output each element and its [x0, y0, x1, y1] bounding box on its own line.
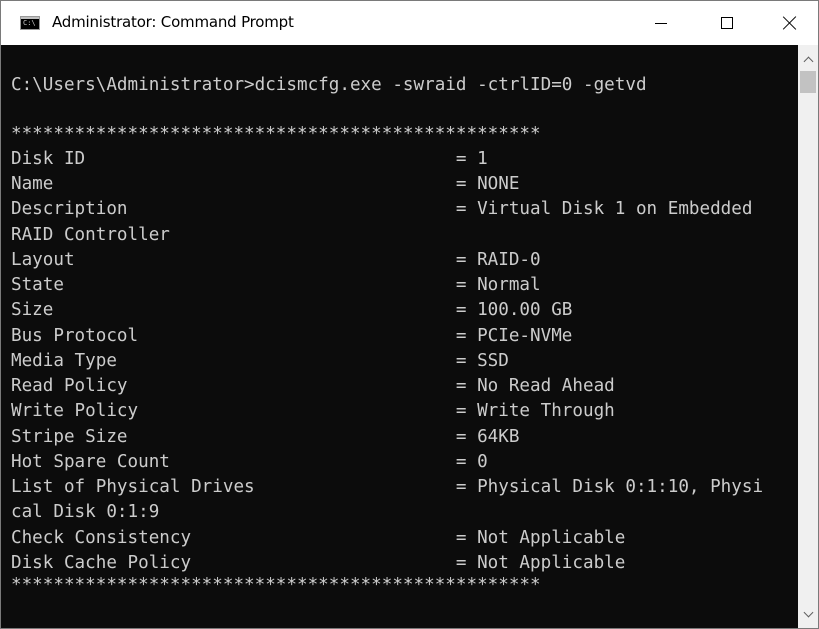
- console-line: Check Consistency = Not Applicable: [11, 528, 626, 548]
- maximize-icon: [721, 17, 733, 29]
- console-line: Description = Virtual Disk 1 on Embedded: [11, 199, 753, 219]
- console-line: Write Policy = Write Through: [11, 401, 615, 421]
- console-line: Bus Protocol = PCIe-NVMe: [11, 326, 573, 346]
- scroll-up-button[interactable]: [798, 49, 818, 69]
- console-line: cal Disk 0:1:9: [11, 502, 160, 522]
- console-line: RAID Controller: [11, 225, 170, 245]
- close-button[interactable]: [761, 1, 818, 45]
- chevron-down-icon: [803, 607, 813, 617]
- console-line: Read Policy = No Read Ahead: [11, 376, 615, 396]
- chevron-up-icon: [803, 56, 813, 66]
- console-line: Size = 100.00 GB: [11, 300, 573, 320]
- console-line: ****************************************…: [11, 124, 541, 144]
- console-line: Name = NONE: [11, 174, 520, 194]
- minimize-icon: [655, 22, 667, 24]
- title-bar[interactable]: C:\ Administrator: Command Prompt: [1, 1, 818, 45]
- minimize-button[interactable]: [632, 1, 690, 45]
- console-line: Stripe Size = 64KB: [11, 427, 520, 447]
- console-line: List of Physical Drives = Physical Disk …: [11, 477, 764, 497]
- console-output[interactable]: C:\Users\Administrator>dcismcfg.exe -swr…: [1, 45, 798, 628]
- console-line: State = Normal: [11, 275, 541, 295]
- close-icon: [783, 16, 797, 30]
- console-icon[interactable]: C:\: [20, 16, 40, 30]
- vertical-scrollbar[interactable]: [798, 45, 818, 628]
- window-title: Administrator: Command Prompt: [52, 13, 294, 31]
- maximize-button[interactable]: [698, 1, 756, 45]
- console-icon-glyph: C:\: [23, 19, 36, 27]
- console-line: Layout = RAID-0: [11, 250, 541, 270]
- console-line: ****************************************…: [11, 575, 541, 595]
- console-line: Hot Spare Count = 0: [11, 452, 488, 472]
- command-prompt-window: C:\ Administrator: Command Prompt C:\Use…: [0, 0, 819, 629]
- console-line: Media Type = SSD: [11, 351, 509, 371]
- console-line: Disk ID = 1: [11, 149, 488, 169]
- scrollbar-thumb[interactable]: [800, 71, 816, 93]
- console-line: C:\Users\Administrator>dcismcfg.exe -swr…: [11, 75, 647, 95]
- scroll-down-button[interactable]: [798, 604, 818, 624]
